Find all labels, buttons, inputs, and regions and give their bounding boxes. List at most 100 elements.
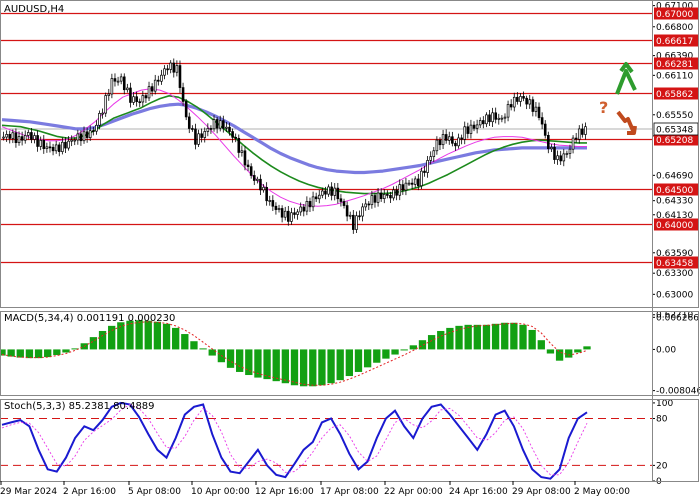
panel-border-0 <box>0 0 699 308</box>
candle-body <box>20 136 24 141</box>
candle-body <box>503 116 507 119</box>
candle-body <box>132 96 135 103</box>
macd-bar <box>391 349 399 355</box>
macd-bar <box>190 341 198 350</box>
candle-body <box>342 201 346 206</box>
macd-tick-label-0: 0.006266 <box>656 313 699 323</box>
candle-body <box>237 137 241 153</box>
candle-body <box>141 95 145 103</box>
macd-title: MACD(5,34,4) 0.001191 0.000230 <box>4 313 175 324</box>
macd-bar <box>108 325 116 350</box>
macd-bar <box>574 349 582 353</box>
candle-body <box>92 130 95 133</box>
price-panel: 0.671000.668000.663900.661100.655500.652… <box>0 2 699 321</box>
candle-body <box>534 106 538 112</box>
candle-body <box>355 215 358 230</box>
candle-body <box>153 79 157 92</box>
candle-body <box>553 147 556 160</box>
candle-body <box>39 139 42 147</box>
macd-bar <box>309 349 317 387</box>
candle-body <box>27 132 30 136</box>
candle-body <box>522 96 525 99</box>
candle-body <box>215 119 219 129</box>
candle-body <box>506 104 510 118</box>
candle-body <box>110 78 114 95</box>
candle-body <box>314 196 318 200</box>
candle-body <box>311 196 315 208</box>
candle-body <box>17 136 21 144</box>
candle-body <box>104 95 107 114</box>
level-label-4: 0.65208 <box>656 136 693 146</box>
level-label-6: 0.64000 <box>656 221 693 231</box>
candle-body <box>299 206 302 213</box>
macd-bar <box>236 349 244 372</box>
candle-body <box>392 189 395 199</box>
candle-body <box>138 101 142 104</box>
x-tick-label-4: 12 Apr 16:00 <box>255 487 314 497</box>
candle-body <box>435 139 439 152</box>
candle-body <box>463 126 467 140</box>
level-label-0: 0.67000 <box>656 10 693 20</box>
candle-body <box>327 186 330 195</box>
candle-body <box>209 128 213 130</box>
candle-body <box>519 96 522 102</box>
x-tick-label-1: 2 Apr 16:00 <box>63 487 116 497</box>
candle-body <box>528 99 532 105</box>
current-price-label: 0.65348 <box>656 125 693 135</box>
candle-body <box>537 106 541 118</box>
candle-body <box>547 134 550 150</box>
candle-body <box>293 212 296 215</box>
candle-body <box>203 131 207 138</box>
candle-body <box>345 205 349 217</box>
candle-body <box>491 112 494 123</box>
x-tick-label-9: 2 May 00:00 <box>574 487 630 497</box>
macd-bar <box>537 340 545 350</box>
candle-body <box>367 203 371 206</box>
candle-body <box>231 131 234 138</box>
macd-bar <box>400 349 408 351</box>
candle-body <box>516 96 519 102</box>
x-tick-label-7: 24 Apr 16:00 <box>449 487 508 497</box>
candle-body <box>500 117 504 120</box>
candle-body <box>497 117 501 120</box>
candle-body <box>252 175 256 181</box>
candle-body <box>234 136 237 139</box>
macd-bar <box>162 323 171 350</box>
candle-body <box>5 134 8 138</box>
candle-body <box>565 153 569 155</box>
x-tick-label-8: 29 Apr 08:00 <box>512 487 571 497</box>
y-tick-label-4: 0.65550 <box>656 111 693 121</box>
macd-bar <box>482 324 491 350</box>
candle-body <box>265 186 268 202</box>
candle-body <box>113 78 117 82</box>
candle-body <box>358 215 361 218</box>
y-tick-label-11: 0.63000 <box>656 290 693 300</box>
y-tick-label-6: 0.64690 <box>656 171 693 181</box>
candle-body <box>577 128 581 140</box>
candle-body <box>432 150 436 157</box>
ma-slow-line <box>1 102 587 175</box>
candle-body <box>382 194 386 199</box>
candle-body <box>14 132 18 144</box>
macd-bar <box>299 349 308 387</box>
candle-body <box>423 170 426 173</box>
candle-body <box>290 212 293 222</box>
candle-body <box>218 120 222 129</box>
candle-body <box>540 117 544 125</box>
stoch-title: Stoch(5,3,3) 85.2381 80.4889 <box>4 401 155 412</box>
macd-bar <box>89 337 98 350</box>
candle-body <box>200 133 203 138</box>
candle-body <box>268 200 272 202</box>
candle-body <box>157 79 160 82</box>
candle-body <box>283 210 287 218</box>
candle-body <box>287 210 290 222</box>
candle-body <box>178 65 182 88</box>
candle-body <box>194 128 197 145</box>
candle-body <box>197 133 200 145</box>
candle-body <box>64 141 67 149</box>
candle-body <box>36 135 39 147</box>
down-arrow-icon <box>616 110 637 135</box>
stoch-tick-label-2: 20 <box>656 461 668 471</box>
y-tick-label-10: 0.63300 <box>656 269 693 279</box>
x-tick-label-5: 17 Apr 08:00 <box>320 487 379 497</box>
